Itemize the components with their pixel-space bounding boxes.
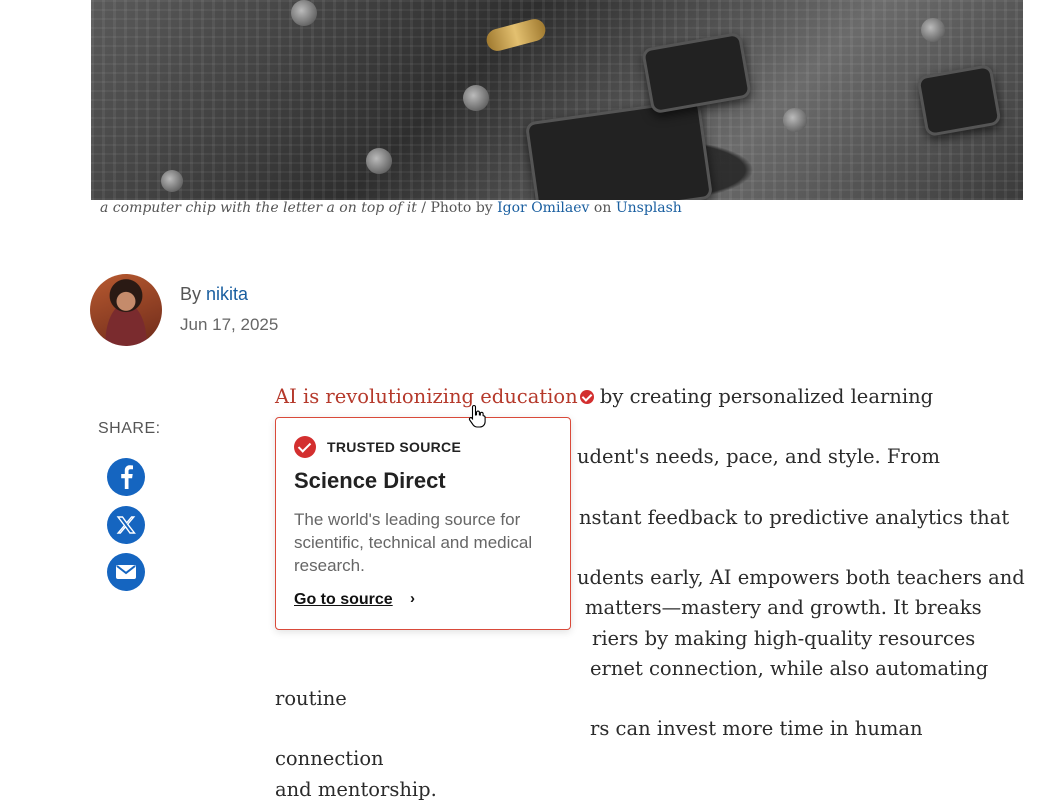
small-chip: [916, 63, 1002, 138]
article-line: rs can invest more time in human connect…: [275, 717, 923, 771]
facebook-icon: [121, 465, 133, 489]
capacitor: [463, 85, 489, 111]
hand-pointer-cursor-icon: [468, 404, 486, 428]
photographer-link[interactable]: Igor Omilaev: [497, 200, 589, 216]
capacitor: [291, 0, 317, 26]
capacitor: [366, 148, 392, 174]
facebook-share-button[interactable]: [107, 458, 145, 496]
publish-date: Jun 17, 2025: [180, 315, 279, 334]
capacitor: [921, 18, 945, 42]
caption-text: a computer chip with the letter a on top…: [100, 200, 417, 216]
share-label: SHARE:: [98, 420, 161, 437]
check-circle-icon: [294, 436, 316, 458]
go-to-source-link[interactable]: Go to source: [294, 591, 393, 609]
badge-label: TRUSTED SOURCE: [327, 439, 462, 455]
image-caption: a computer chip with the letter a on top…: [100, 200, 682, 216]
capacitor: [783, 108, 807, 132]
author-link[interactable]: nikita: [206, 284, 248, 304]
hero-image: [91, 0, 1023, 200]
verified-check-icon[interactable]: [579, 390, 594, 404]
ic-chip: [641, 31, 752, 115]
trusted-source-link[interactable]: AI is revolutionizing education: [275, 385, 578, 408]
source-title: Science Direct: [294, 468, 446, 493]
mail-icon: [116, 565, 136, 579]
unsplash-link[interactable]: Unsplash: [616, 200, 682, 216]
chevron-right-icon: ›: [410, 590, 415, 607]
caption-separator: / Photo by: [416, 200, 498, 216]
x-share-button[interactable]: [107, 506, 145, 544]
byline-prefix: By: [180, 284, 207, 304]
x-icon: [116, 516, 136, 534]
trusted-source-popover: TRUSTED SOURCE Science Direct The world'…: [275, 417, 571, 630]
gpu-chip: [524, 98, 714, 200]
byline: By nikita: [180, 284, 248, 305]
article-line: and mentorship.: [275, 777, 437, 801]
author-avatar[interactable]: [90, 274, 162, 346]
trusted-source-badge: TRUSTED SOURCE: [294, 436, 461, 458]
article-line: riers by making high-quality resources: [592, 626, 976, 650]
source-description: The world's leading source for scientifi…: [294, 510, 533, 575]
email-share-button[interactable]: [107, 553, 145, 591]
capacitor: [161, 170, 183, 192]
article-line: ernet connection, while also automating …: [275, 656, 989, 711]
caption-on: on: [589, 200, 616, 216]
crystal: [484, 16, 548, 54]
